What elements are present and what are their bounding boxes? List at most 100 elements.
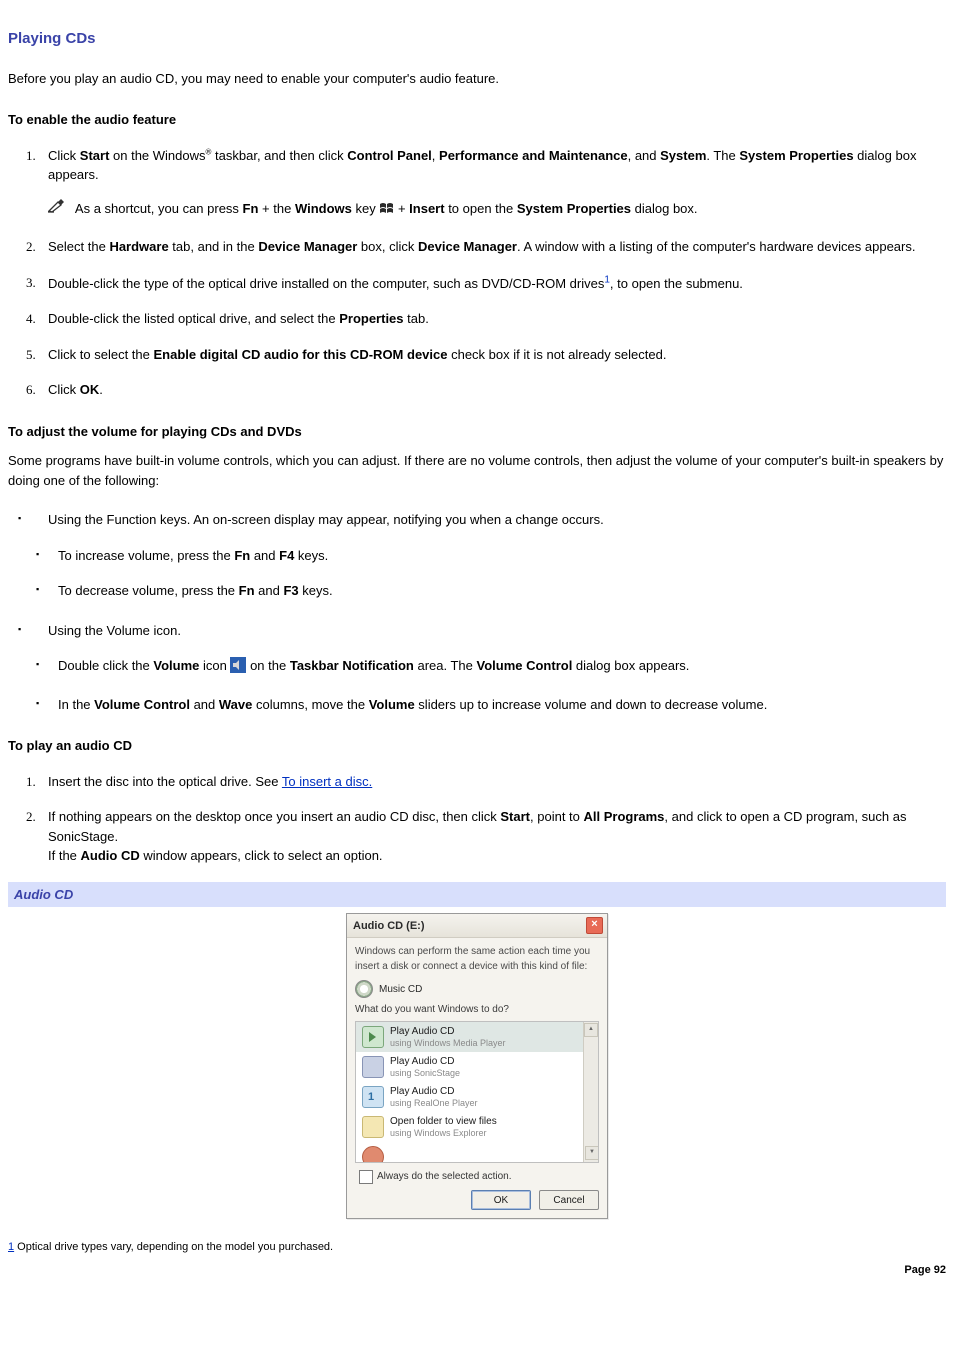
page-title: Playing CDs xyxy=(8,28,946,51)
text: on the Windows xyxy=(109,148,205,163)
bullet-increase: To increase volume, press the Fn and F4 … xyxy=(8,546,946,566)
option-sublabel: using Windows Media Player xyxy=(390,1038,506,1048)
text: keys. xyxy=(294,548,328,563)
always-checkbox[interactable] xyxy=(359,1170,373,1184)
text: , and xyxy=(628,148,661,163)
scroll-down-icon[interactable]: ▼ xyxy=(585,1146,599,1160)
footnote-text: Optical drive types vary, depending on t… xyxy=(14,1241,333,1253)
bold: Device Manager xyxy=(418,239,517,254)
scrollbar[interactable]: ▲ ▼ xyxy=(583,1022,598,1162)
bullet-volume-icon: Using the Volume icon. xyxy=(8,621,946,641)
speaker-icon xyxy=(230,657,246,679)
ok-button[interactable]: OK xyxy=(471,1190,531,1210)
autoplay-dialog: Audio CD (E:) × Windows can perform the … xyxy=(346,913,608,1219)
bold: F4 xyxy=(279,548,294,563)
figure-caption: Audio CD xyxy=(8,882,946,908)
cancel-button[interactable]: Cancel xyxy=(539,1190,599,1210)
option-realone[interactable]: Play Audio CDusing RealOne Player xyxy=(356,1082,584,1112)
text: Double-click the listed optical drive, a… xyxy=(48,311,339,326)
text: tab. xyxy=(404,311,429,326)
option-list[interactable]: Play Audio CDusing Windows Media Player … xyxy=(355,1021,599,1163)
bullet-columns: In the Volume Control and Wave columns, … xyxy=(8,695,946,715)
bold: Fn xyxy=(239,583,255,598)
option-explorer[interactable]: Open folder to view filesusing Windows E… xyxy=(356,1112,584,1142)
bullet-doubleclick-vol: Double click the Volume icon on the Task… xyxy=(8,656,946,679)
bold: Start xyxy=(500,809,530,824)
option-sonicstage[interactable]: Play Audio CDusing SonicStage xyxy=(356,1052,584,1082)
text: If nothing appears on the desktop once y… xyxy=(48,809,500,824)
bullet-fn-keys: Using the Function keys. An on-screen di… xyxy=(8,510,946,530)
bold: Taskbar Notification xyxy=(290,658,414,673)
text: and xyxy=(250,548,279,563)
text: + xyxy=(394,201,409,216)
option-label: Play Audio CD xyxy=(390,1086,478,1098)
close-icon[interactable]: × xyxy=(586,917,603,934)
option-label: Play Audio CD xyxy=(390,1056,460,1068)
option-partial[interactable] xyxy=(356,1142,584,1162)
page-number: Page 92 xyxy=(8,1262,946,1279)
play-step-1: 1. Insert the disc into the optical driv… xyxy=(8,772,946,792)
bold: Wave xyxy=(219,697,252,712)
text: key xyxy=(352,201,379,216)
text: check box if it is not already selected. xyxy=(447,347,666,362)
bold: Windows xyxy=(295,201,352,216)
bold: Hardware xyxy=(109,239,168,254)
text: , to open the submenu. xyxy=(610,276,743,291)
heading-adjust-volume: To adjust the volume for playing CDs and… xyxy=(8,422,946,442)
heading-enable-audio: To enable the audio feature xyxy=(8,110,946,130)
option-label: Play Audio CD xyxy=(390,1026,506,1038)
text: In the xyxy=(58,697,94,712)
text: Click xyxy=(48,148,80,163)
bold: Fn xyxy=(234,548,250,563)
windows-key-icon xyxy=(379,202,394,222)
play-icon xyxy=(362,1026,384,1048)
scroll-up-icon[interactable]: ▲ xyxy=(584,1023,598,1037)
bold: Performance and Maintenance xyxy=(439,148,628,163)
option-sublabel: using RealOne Player xyxy=(390,1098,478,1108)
bold: System Properties xyxy=(517,201,631,216)
text: , xyxy=(432,148,439,163)
bold: Volume Control xyxy=(94,697,190,712)
text: sliders up to increase volume and down t… xyxy=(415,697,768,712)
text: area. The xyxy=(414,658,477,673)
bold: Volume xyxy=(369,697,415,712)
realone-icon xyxy=(362,1086,384,1108)
bold: Volume xyxy=(153,658,199,673)
option-label: Open folder to view files xyxy=(390,1116,497,1128)
text: box, click xyxy=(357,239,418,254)
text: Double-click the type of the optical dri… xyxy=(48,276,604,291)
text: taskbar, and then click xyxy=(211,148,347,163)
text: window appears, click to select an optio… xyxy=(140,848,383,863)
step-1: 1. Click Start on the Windows® taskbar, … xyxy=(8,146,946,222)
text: . A window with a listing of the compute… xyxy=(517,239,915,254)
footnote: 1 Optical drive types vary, depending on… xyxy=(8,1239,946,1256)
bold: Start xyxy=(80,148,110,163)
folder-icon xyxy=(362,1116,384,1138)
option-sublabel: using SonicStage xyxy=(390,1068,460,1078)
step-6: 6. Click OK. xyxy=(8,380,946,400)
text: . The xyxy=(706,148,739,163)
text: icon xyxy=(199,658,230,673)
always-label: Always do the selected action. xyxy=(377,1169,512,1184)
bold: Insert xyxy=(409,201,444,216)
red-icon xyxy=(362,1146,384,1162)
step-4: 4. Double-click the listed optical drive… xyxy=(8,309,946,329)
text: Click xyxy=(48,382,80,397)
bold: Enable digital CD audio for this CD-ROM … xyxy=(154,347,448,362)
bold: System Properties xyxy=(739,148,853,163)
option-wmp[interactable]: Play Audio CDusing Windows Media Player xyxy=(356,1022,584,1052)
insert-disc-link[interactable]: To insert a disc. xyxy=(282,774,372,789)
text: dialog box appears. xyxy=(572,658,689,673)
bold: Properties xyxy=(339,311,403,326)
bold: OK xyxy=(80,382,100,397)
bold: Device Manager xyxy=(258,239,357,254)
text: If the xyxy=(48,848,81,863)
step-5: 5. Click to select the Enable digital CD… xyxy=(8,345,946,365)
text: on the xyxy=(246,658,289,673)
text: Select the xyxy=(48,239,109,254)
bold: Fn xyxy=(243,201,259,216)
text: To decrease volume, press the xyxy=(58,583,239,598)
heading-play-cd: To play an audio CD xyxy=(8,736,946,756)
intro-para: Before you play an audio CD, you may nee… xyxy=(8,69,946,89)
bold: System xyxy=(660,148,706,163)
